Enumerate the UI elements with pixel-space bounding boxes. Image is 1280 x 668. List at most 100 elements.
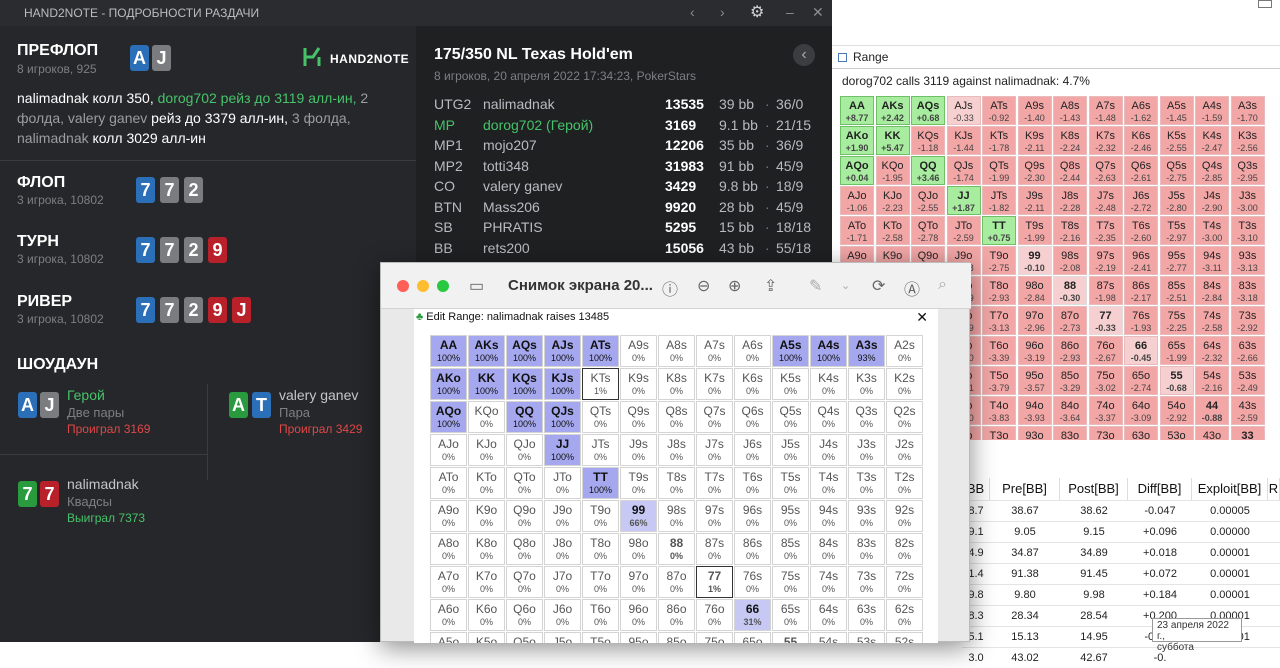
edit-range-cell[interactable]: QTs 0% <box>582 401 619 433</box>
edit-range-cell[interactable]: A9s 0% <box>620 335 657 367</box>
edit-range-cell[interactable]: 77 1% <box>696 566 733 598</box>
range-cell[interactable]: 86o -2.93 <box>1053 336 1087 365</box>
edit-range-cell[interactable]: 98s 0% <box>658 500 695 532</box>
edit-range-cell[interactable]: Q6o 0% <box>506 599 543 631</box>
range-cell[interactable]: 73s -2.92 <box>1230 306 1265 335</box>
range-cell[interactable]: 43s -2.59 <box>1230 396 1265 425</box>
edit-range-cell[interactable]: J4s 0% <box>810 434 847 466</box>
edit-range-cell[interactable]: Q6s 0% <box>734 401 771 433</box>
seat-player-name[interactable]: PHRATIS <box>483 219 543 235</box>
share-icon[interactable]: ⇪ <box>764 276 777 296</box>
edit-range-cell[interactable]: AA 100% <box>430 335 467 367</box>
edit-range-cell[interactable]: 53s <box>848 632 885 643</box>
edit-range-cell[interactable]: A5s 100% <box>772 335 809 367</box>
edit-range-cell[interactable]: J6o 0% <box>544 599 581 631</box>
range-cell[interactable]: K7s -2.32 <box>1088 126 1123 155</box>
range-cell[interactable]: 95s -2.77 <box>1159 246 1194 275</box>
markup-pen-icon[interactable]: ✎ <box>809 276 822 296</box>
range-cell[interactable]: QJo -2.55 <box>911 186 945 215</box>
table-header[interactable]: Post[BB] <box>1060 478 1128 500</box>
range-cell[interactable]: J8s -2.28 <box>1053 186 1087 215</box>
range-cell[interactable]: KTo -2.58 <box>875 216 910 245</box>
range-cell[interactable]: 84s -2.84 <box>1195 276 1229 305</box>
range-cell[interactable]: K4s -2.47 <box>1195 126 1229 155</box>
range-cell[interactable]: A5s -1.45 <box>1159 96 1194 125</box>
edit-range-cell[interactable]: 99 66% <box>620 500 657 532</box>
edit-range-cell[interactable]: A7o 0% <box>430 566 467 598</box>
zoom-traffic-light[interactable] <box>437 280 449 292</box>
edit-range-cell[interactable]: 66 31% <box>734 599 771 631</box>
range-cell[interactable]: 93o <box>1017 426 1052 440</box>
edit-range-cell[interactable]: Q9o 0% <box>506 500 543 532</box>
edit-range-cell[interactable]: ATs 100% <box>582 335 619 367</box>
range-cell[interactable]: 54s -2.16 <box>1195 366 1229 395</box>
edit-range-cell[interactable]: K7o 0% <box>468 566 505 598</box>
edit-range-cell[interactable]: T6o 0% <box>582 599 619 631</box>
edit-range-cell[interactable]: 94s 0% <box>810 500 847 532</box>
edit-range-cell[interactable]: A6s 0% <box>734 335 771 367</box>
edit-range-cell[interactable]: A9o 0% <box>430 500 467 532</box>
zoom-out-icon[interactable]: ⊖ <box>697 276 710 296</box>
edit-range-cell[interactable]: 74s 0% <box>810 566 847 598</box>
edit-range-cell[interactable]: K8s 0% <box>658 368 695 400</box>
edit-range-cell[interactable]: K5o <box>468 632 505 643</box>
range-cell[interactable]: 93s -3.13 <box>1230 246 1265 275</box>
seat-row[interactable]: CO valery ganev 3429 9.8 bb 18/9 · <box>434 178 814 198</box>
range-cell[interactable]: J7s -2.48 <box>1088 186 1123 215</box>
range-cell[interactable]: 33 <box>1230 426 1265 440</box>
settings-gear-icon[interactable]: ⚙ <box>750 2 764 22</box>
edit-range-cell[interactable]: 84s 0% <box>810 533 847 565</box>
edit-range-cell[interactable]: K3s 0% <box>848 368 885 400</box>
edit-range-cell[interactable]: T7o 0% <box>582 566 619 598</box>
edit-range-cell[interactable]: 87s 0% <box>696 533 733 565</box>
range-cell[interactable]: ATo -1.71 <box>840 216 874 245</box>
edit-range-cell[interactable]: J9o 0% <box>544 500 581 532</box>
rotate-icon[interactable]: ⟳ <box>872 276 885 296</box>
edit-range-cell[interactable]: T7s 0% <box>696 467 733 499</box>
range-cell[interactable]: K9s -2.11 <box>1017 126 1052 155</box>
seat-player-name[interactable]: nalimadnak <box>483 96 555 112</box>
edit-range-cell[interactable]: J8s 0% <box>658 434 695 466</box>
edit-range-cell[interactable]: T9o 0% <box>582 500 619 532</box>
edit-range-cell[interactable]: A8o 0% <box>430 533 467 565</box>
edit-range-cell[interactable]: J7s 0% <box>696 434 733 466</box>
action-player[interactable]: valery ganev <box>68 110 147 126</box>
range-cell[interactable]: 94s -3.11 <box>1195 246 1229 275</box>
minimize-icon[interactable]: – <box>786 4 794 20</box>
range-cell[interactable]: 74s -2.58 <box>1195 306 1229 335</box>
range-cell[interactable]: Q5s -2.75 <box>1159 156 1194 185</box>
edit-range-cell[interactable]: 65s 0% <box>772 599 809 631</box>
edit-range-cell[interactable]: AKs 100% <box>468 335 505 367</box>
range-cell[interactable]: 44 -0.88 <box>1195 396 1229 425</box>
range-cell[interactable]: K3s -2.56 <box>1230 126 1265 155</box>
edit-range-cell[interactable]: 87o 0% <box>658 566 695 598</box>
edit-range-cell[interactable]: 85o <box>658 632 695 643</box>
range-cell[interactable]: AQs +0.68 <box>911 96 945 125</box>
close-icon[interactable]: ✕ <box>812 4 824 21</box>
next-hand-icon[interactable]: › <box>720 4 725 20</box>
range-cell[interactable]: ATs -0.92 <box>982 96 1016 125</box>
range-cell[interactable]: Q9s -2.30 <box>1017 156 1052 185</box>
edit-range-cell[interactable]: ATo 0% <box>430 467 467 499</box>
range-cell[interactable]: 76o -2.67 <box>1088 336 1123 365</box>
table-header[interactable]: Diff[BB] <box>1128 478 1192 500</box>
range-cell[interactable]: QQ +3.46 <box>911 156 945 185</box>
range-cell[interactable]: 74o -3.37 <box>1088 396 1123 425</box>
range-cell[interactable]: KJs -1.44 <box>946 126 981 155</box>
range-cell[interactable]: 97s -2.19 <box>1088 246 1123 275</box>
edit-range-cell[interactable]: A3s 93% <box>848 335 885 367</box>
edit-range-cell[interactable]: T5o <box>582 632 619 643</box>
edit-range-cell[interactable]: AJs 100% <box>544 335 581 367</box>
edit-range-cell[interactable]: AQo 100% <box>430 401 467 433</box>
seat-row[interactable]: BB rets200 15056 43 bb 55/18 · <box>434 240 814 260</box>
edit-range-cell[interactable]: K5s 0% <box>772 368 809 400</box>
tab-range[interactable]: Range <box>832 50 888 70</box>
range-cell[interactable]: 63s -2.66 <box>1230 336 1265 365</box>
edit-range-cell[interactable]: K2s 0% <box>886 368 923 400</box>
range-cell[interactable]: 85s -2.51 <box>1159 276 1194 305</box>
edit-range-cell[interactable]: 93s 0% <box>848 500 885 532</box>
edit-range-cell[interactable]: 86o 0% <box>658 599 695 631</box>
edit-range-cell[interactable]: QTo 0% <box>506 467 543 499</box>
seat-player-name[interactable]: dorog702 (Герой) <box>483 117 593 133</box>
edit-range-cell[interactable]: A8s 0% <box>658 335 695 367</box>
